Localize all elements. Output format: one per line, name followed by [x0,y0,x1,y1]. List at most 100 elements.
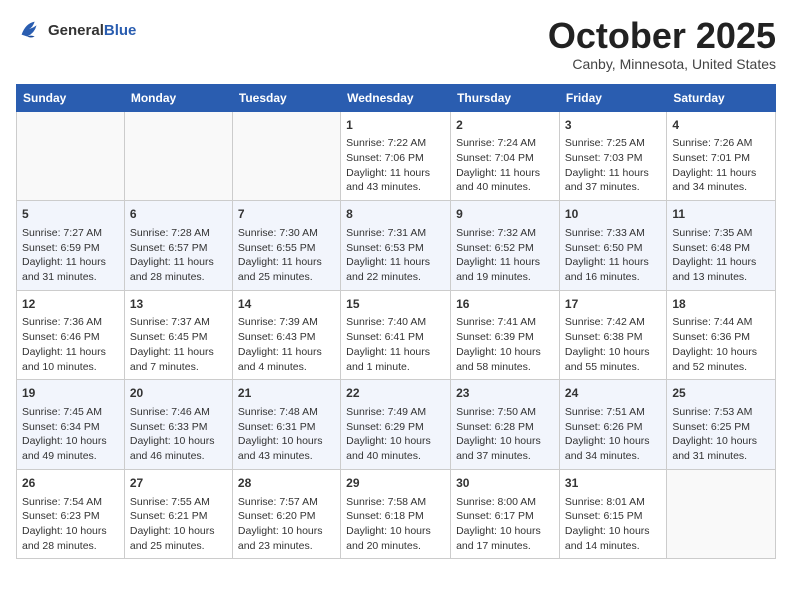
cell-content: Sunrise: 7:40 AMSunset: 6:41 PMDaylight:… [346,315,445,374]
cell-content: Sunrise: 7:26 AMSunset: 7:01 PMDaylight:… [672,136,770,195]
logo-text: GeneralBlue [48,22,136,39]
calendar-cell: 10 Sunrise: 7:33 AMSunset: 6:50 PMDayligh… [559,201,666,291]
calendar-cell [124,111,232,201]
cell-content: Sunrise: 7:44 AMSunset: 6:36 PMDaylight:… [672,315,770,374]
calendar-cell: 6 Sunrise: 7:28 AMSunset: 6:57 PMDaylight… [124,201,232,291]
day-number: 13 [130,296,227,313]
calendar-cell: 19 Sunrise: 7:45 AMSunset: 6:34 PMDayligh… [17,380,125,470]
cell-content: Sunrise: 7:42 AMSunset: 6:38 PMDaylight:… [565,315,661,374]
cell-content: Sunrise: 7:27 AMSunset: 6:59 PMDaylight:… [22,226,119,285]
calendar-cell [232,111,340,201]
calendar-cell: 9 Sunrise: 7:32 AMSunset: 6:52 PMDaylight… [451,201,560,291]
day-number: 8 [346,206,445,223]
day-number: 10 [565,206,661,223]
calendar-cell: 29 Sunrise: 7:58 AMSunset: 6:18 PMDayligh… [341,469,451,559]
cell-content: Sunrise: 7:48 AMSunset: 6:31 PMDaylight:… [238,405,335,464]
cell-content: Sunrise: 7:53 AMSunset: 6:25 PMDaylight:… [672,405,770,464]
month-title: October 2025 [548,16,776,56]
calendar-cell: 15Sunrise: 7:40 AMSunset: 6:41 PMDayligh… [341,290,451,380]
calendar-cell: 30 Sunrise: 8:00 AMSunset: 6:17 PMDayligh… [451,469,560,559]
calendar-cell: 2Sunrise: 7:24 AMSunset: 7:04 PMDaylight… [451,111,560,201]
calendar-cell: 17 Sunrise: 7:42 AMSunset: 6:38 PMDayligh… [559,290,666,380]
calendar-cell: 26 Sunrise: 7:54 AMSunset: 6:23 PMDayligh… [17,469,125,559]
header-monday: Monday [124,84,232,111]
calendar-cell: 16Sunrise: 7:41 AMSunset: 6:39 PMDayligh… [451,290,560,380]
calendar-cell [667,469,776,559]
day-number: 19 [22,385,119,402]
day-number: 24 [565,385,661,402]
cell-content: Sunrise: 7:33 AMSunset: 6:50 PMDaylight:… [565,226,661,285]
week-row-1: 1 Sunrise: 7:22 AMSunset: 7:06 PMDaylight… [17,111,776,201]
cell-content: Sunrise: 7:45 AMSunset: 6:34 PMDaylight:… [22,405,119,464]
day-number: 20 [130,385,227,402]
day-number: 25 [672,385,770,402]
calendar-cell: 18 Sunrise: 7:44 AMSunset: 6:36 PMDayligh… [667,290,776,380]
header-tuesday: Tuesday [232,84,340,111]
calendar-body: 1 Sunrise: 7:22 AMSunset: 7:06 PMDaylight… [17,111,776,559]
cell-content: Sunrise: 7:41 AMSunset: 6:39 PMDaylight:… [456,315,554,374]
cell-content: Sunrise: 7:57 AMSunset: 6:20 PMDaylight:… [238,495,335,554]
cell-content: Sunrise: 7:50 AMSunset: 6:28 PMDaylight:… [456,405,554,464]
calendar-cell: 31 Sunrise: 8:01 AMSunset: 6:15 PMDayligh… [559,469,666,559]
header-thursday: Thursday [451,84,560,111]
day-number: 2 [456,117,554,134]
day-number: 23 [456,385,554,402]
cell-content: Sunrise: 7:54 AMSunset: 6:23 PMDaylight:… [22,495,119,554]
cell-content: Sunrise: 7:31 AMSunset: 6:53 PMDaylight:… [346,226,445,285]
cell-content: Sunrise: 7:46 AMSunset: 6:33 PMDaylight:… [130,405,227,464]
day-number: 4 [672,117,770,134]
day-number: 30 [456,475,554,492]
calendar-cell: 24Sunrise: 7:51 AMSunset: 6:26 PMDayligh… [559,380,666,470]
day-number: 9 [456,206,554,223]
calendar-cell: 1 Sunrise: 7:22 AMSunset: 7:06 PMDaylight… [341,111,451,201]
header-friday: Friday [559,84,666,111]
calendar-cell: 27 Sunrise: 7:55 AMSunset: 6:21 PMDayligh… [124,469,232,559]
cell-content: Sunrise: 7:22 AMSunset: 7:06 PMDaylight:… [346,136,445,195]
calendar-cell: 20 Sunrise: 7:46 AMSunset: 6:33 PMDayligh… [124,380,232,470]
day-number: 26 [22,475,119,492]
calendar-cell: 5 Sunrise: 7:27 AMSunset: 6:59 PMDaylight… [17,201,125,291]
cell-content: Sunrise: 7:55 AMSunset: 6:21 PMDaylight:… [130,495,227,554]
calendar-cell: 7Sunrise: 7:30 AMSunset: 6:55 PMDaylight… [232,201,340,291]
cell-content: Sunrise: 7:49 AMSunset: 6:29 PMDaylight:… [346,405,445,464]
day-number: 7 [238,206,335,223]
cell-content: Sunrise: 7:25 AMSunset: 7:03 PMDaylight:… [565,136,661,195]
day-number: 18 [672,296,770,313]
cell-content: Sunrise: 8:01 AMSunset: 6:15 PMDaylight:… [565,495,661,554]
calendar-cell: 22 Sunrise: 7:49 AMSunset: 6:29 PMDayligh… [341,380,451,470]
title-block: October 2025 Canby, Minnesota, United St… [548,16,776,72]
location: Canby, Minnesota, United States [548,56,776,72]
week-row-5: 26 Sunrise: 7:54 AMSunset: 6:23 PMDayligh… [17,469,776,559]
day-number: 21 [238,385,335,402]
calendar-header: Sunday Monday Tuesday Wednesday Thursday… [17,84,776,111]
days-row: Sunday Monday Tuesday Wednesday Thursday… [17,84,776,111]
day-number: 17 [565,296,661,313]
day-number: 29 [346,475,445,492]
week-row-4: 19 Sunrise: 7:45 AMSunset: 6:34 PMDayligh… [17,380,776,470]
page-header: GeneralBlue October 2025 Canby, Minnesot… [16,16,776,72]
day-number: 28 [238,475,335,492]
header-wednesday: Wednesday [341,84,451,111]
cell-content: Sunrise: 8:00 AMSunset: 6:17 PMDaylight:… [456,495,554,554]
logo: GeneralBlue [16,16,136,44]
calendar-table: Sunday Monday Tuesday Wednesday Thursday… [16,84,776,560]
day-number: 22 [346,385,445,402]
day-number: 31 [565,475,661,492]
calendar-cell: 12Sunrise: 7:36 AMSunset: 6:46 PMDayligh… [17,290,125,380]
cell-content: Sunrise: 7:58 AMSunset: 6:18 PMDaylight:… [346,495,445,554]
week-row-3: 12Sunrise: 7:36 AMSunset: 6:46 PMDayligh… [17,290,776,380]
day-number: 1 [346,117,445,134]
cell-content: Sunrise: 7:32 AMSunset: 6:52 PMDaylight:… [456,226,554,285]
calendar-cell: 13Sunrise: 7:37 AMSunset: 6:45 PMDayligh… [124,290,232,380]
logo-bird-icon [16,16,44,44]
cell-content: Sunrise: 7:35 AMSunset: 6:48 PMDaylight:… [672,226,770,285]
header-sunday: Sunday [17,84,125,111]
cell-content: Sunrise: 7:36 AMSunset: 6:46 PMDaylight:… [22,315,119,374]
day-number: 5 [22,206,119,223]
day-number: 11 [672,206,770,223]
cell-content: Sunrise: 7:28 AMSunset: 6:57 PMDaylight:… [130,226,227,285]
calendar-cell [17,111,125,201]
day-number: 27 [130,475,227,492]
day-number: 14 [238,296,335,313]
day-number: 6 [130,206,227,223]
